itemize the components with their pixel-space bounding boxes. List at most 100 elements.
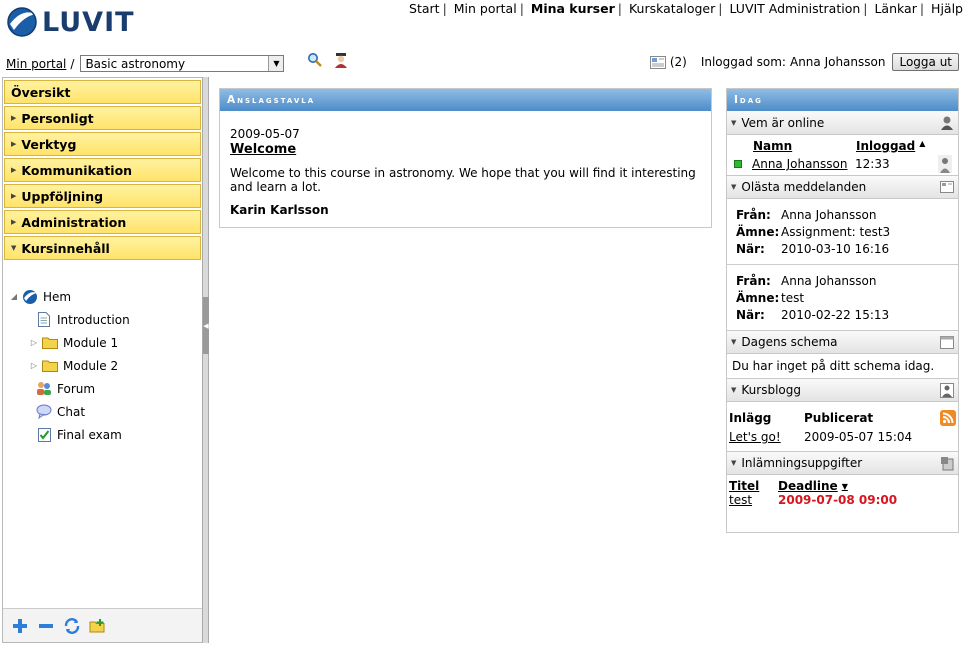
plus-icon[interactable]	[11, 617, 29, 635]
assignment-deadline: 2009-07-08 09:00	[778, 493, 898, 507]
from-label: Från:	[736, 274, 771, 288]
tree-item-hem[interactable]: ◢ Hem	[7, 285, 201, 308]
col-namn[interactable]: Namn	[753, 139, 856, 153]
col-deadline[interactable]: Deadline	[778, 479, 838, 493]
message-icon[interactable]	[649, 55, 666, 69]
message-when: 2010-02-22 15:13	[781, 308, 890, 322]
online-user-time: 12:33	[855, 157, 890, 171]
nav-kurskataloger[interactable]: Kurskataloger	[629, 1, 715, 16]
left-panel: Översikt ▶ Personligt ▶ Verktyg ▶ Kommunika…	[2, 77, 202, 643]
message-icon	[940, 181, 954, 193]
menu-label: Administration	[21, 214, 127, 230]
tree-item-introduction[interactable]: Introduction	[7, 308, 201, 331]
menu-label: Personligt	[21, 110, 94, 126]
nav-hjalp[interactable]: Hjälp	[931, 1, 963, 16]
chevron-down-icon[interactable]: ▼	[268, 56, 284, 71]
tree-item-module-2[interactable]: ▷ Module 2	[7, 354, 201, 377]
tree-item-chat[interactable]: Chat	[7, 400, 201, 423]
today-header: Idag	[727, 89, 958, 111]
chevron-down-icon: ▼	[731, 338, 737, 346]
online-user-name[interactable]: Anna Johansson	[752, 157, 855, 171]
menu-administration[interactable]: ▶ Administration	[4, 210, 201, 234]
blog-section-header[interactable]: ▼ Kursblogg	[727, 378, 958, 402]
breadcrumb-min-portal[interactable]: Min portal	[6, 57, 66, 71]
tree-label: Forum	[57, 381, 96, 396]
logged-in-label: Inloggad som:	[700, 55, 786, 69]
user-bar: (2) Inloggad som: Anna Johansson Logga u…	[649, 53, 959, 71]
menu-personligt[interactable]: ▶ Personligt	[4, 106, 201, 130]
menu-label: Verktyg	[21, 136, 77, 152]
menu-oversikt[interactable]: Översikt	[4, 80, 201, 104]
unread-message[interactable]: Från: Anna Johansson Ämne: test När: 2010-0…	[727, 265, 958, 330]
unread-section-header[interactable]: ▼ Olästa meddelanden	[727, 175, 958, 199]
section-title: Inlämningsuppgifter	[741, 456, 863, 470]
expand-icon[interactable]: ▷	[27, 338, 41, 347]
menu-kursinnehall[interactable]: ▼ Kursinnehåll	[4, 236, 201, 260]
luvit-logo-icon	[7, 7, 37, 37]
breadcrumb: Min portal / Basic astronomy ▼	[6, 55, 285, 72]
col-inlagg: Inlägg	[729, 411, 772, 425]
nav-min-portal[interactable]: Min portal	[454, 1, 517, 16]
message-subject: Assignment: test3	[781, 225, 891, 239]
chevron-down-icon: ▼	[731, 386, 737, 394]
menu-verktyg[interactable]: ▶ Verktyg	[4, 132, 201, 156]
nav-luvit-administration[interactable]: LUVIT Administration	[729, 1, 860, 16]
folder-icon	[41, 358, 59, 374]
assignment-icon	[941, 456, 954, 470]
refresh-icon[interactable]	[63, 617, 81, 635]
sort-asc-icon: ▲	[919, 139, 926, 148]
table-row: Anna Johansson 12:33	[733, 153, 958, 175]
panel-splitter[interactable]: ◀	[202, 77, 209, 643]
menu-kommunikation[interactable]: ▶ Kommunikation	[4, 158, 201, 182]
unread-message[interactable]: Från: Anna Johansson Ämne: Assignment: tes…	[727, 199, 958, 265]
section-title: Dagens schema	[741, 335, 838, 349]
message-count[interactable]: (2)	[670, 55, 687, 69]
subject-label: Ämne:	[736, 291, 780, 305]
user-icon	[941, 116, 953, 130]
message-from: Anna Johansson	[781, 208, 877, 222]
exam-icon	[35, 427, 53, 443]
menu-label: Kursinnehåll	[21, 240, 110, 256]
schedule-section-header[interactable]: ▼ Dagens schema	[727, 330, 958, 354]
online-section-header[interactable]: ▼ Vem är online	[727, 111, 958, 135]
rss-icon[interactable]	[940, 410, 956, 426]
logout-button[interactable]: Logga ut	[892, 53, 959, 71]
chevron-right-icon: ▶	[11, 192, 17, 200]
tree-item-module-1[interactable]: ▷ Module 1	[7, 331, 201, 354]
expand-icon[interactable]: ▷	[27, 361, 41, 370]
minus-icon[interactable]	[37, 617, 55, 635]
nav-mina-kurser[interactable]: Mina kurser	[531, 1, 615, 16]
chevron-down-icon: ▼	[731, 183, 737, 191]
assignment-link[interactable]: test	[729, 493, 778, 507]
menu-label: Kommunikation	[21, 162, 133, 178]
chevron-right-icon: ▶	[11, 140, 17, 148]
when-label: När:	[736, 308, 765, 322]
blog-post-link[interactable]: Let's go!	[729, 430, 804, 446]
menu-uppfoljning[interactable]: ▶ Uppföljning	[4, 184, 201, 208]
col-publicerat: Publicerat	[804, 411, 874, 425]
content-tree: ◢ Hem Introduction ▷ Module 1 ▷ Module 2…	[7, 285, 201, 446]
col-inloggad[interactable]: Inloggad	[856, 139, 915, 153]
assignments-section-header[interactable]: ▼ Inlämningsuppgifter	[727, 451, 958, 475]
tree-item-final-exam[interactable]: Final exam	[7, 423, 201, 446]
col-titel[interactable]: Titel	[729, 479, 778, 493]
course-select[interactable]: Basic astronomy ▼	[80, 55, 285, 72]
collapse-icon[interactable]: ◢	[7, 292, 21, 301]
subject-label: Ämne:	[736, 225, 780, 239]
search-icon[interactable]	[307, 52, 323, 68]
teacher-icon[interactable]	[333, 52, 349, 69]
course-select-value: Basic astronomy	[85, 56, 186, 71]
add-folder-icon[interactable]	[89, 617, 107, 635]
luvit-logo[interactable]: LUVIT	[6, 5, 135, 39]
tree-item-forum[interactable]: Forum	[7, 377, 201, 400]
tree-label: Final exam	[57, 427, 122, 442]
collapse-left-icon[interactable]: ◀	[203, 297, 209, 354]
logged-in-user: Anna Johansson	[789, 55, 886, 69]
message-subject: test	[781, 291, 805, 305]
nav-start[interactable]: Start	[409, 1, 440, 16]
chat-icon	[35, 404, 53, 420]
sort-desc-icon: ▼	[841, 482, 848, 491]
nav-lankar[interactable]: Länkar	[874, 1, 916, 16]
breadcrumb-separator: /	[70, 56, 75, 71]
bulletin-title[interactable]: Welcome	[230, 142, 701, 157]
